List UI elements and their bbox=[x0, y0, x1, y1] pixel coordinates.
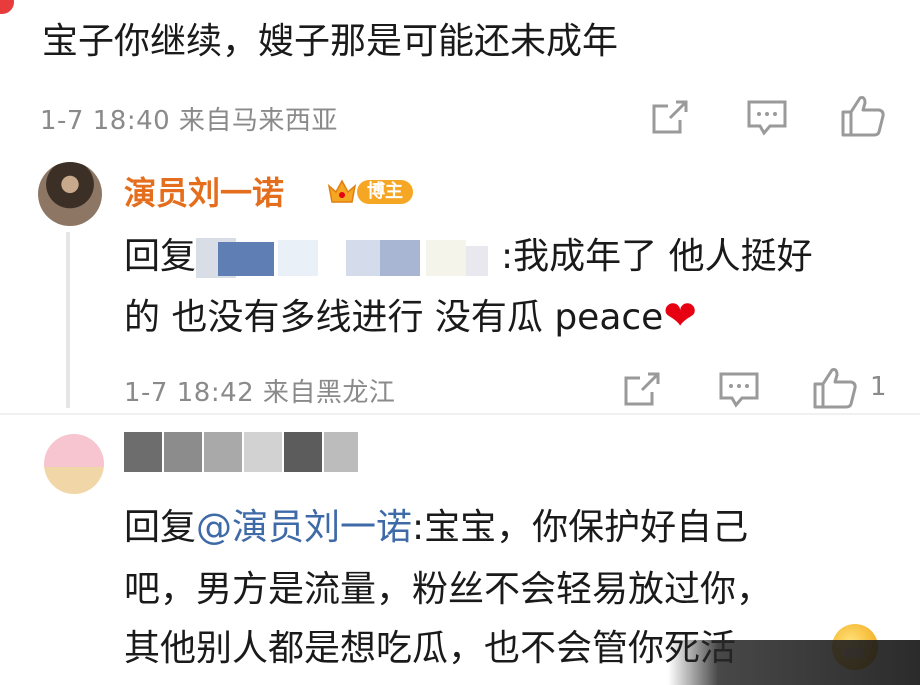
notification-dot bbox=[0, 0, 14, 14]
thread-line bbox=[66, 232, 70, 408]
reply-line-2: 吧，男方是流量，粉丝不会轻易放过你， bbox=[124, 569, 773, 610]
avatar[interactable] bbox=[44, 434, 104, 494]
censored-username bbox=[124, 432, 364, 476]
comment-icon[interactable] bbox=[718, 370, 760, 410]
comment-icon[interactable] bbox=[746, 98, 788, 138]
reply-line-1: 回复 :我成年了 他人挺好 bbox=[124, 228, 813, 286]
share-icon[interactable] bbox=[650, 98, 690, 138]
watermark-overlay bbox=[668, 640, 920, 685]
avatar[interactable] bbox=[38, 162, 102, 226]
reply-text: :我成年了 他人挺好 bbox=[501, 236, 813, 277]
reply-line-1: 回复@演员刘一诺:宝宝，你保护好自己 bbox=[124, 499, 748, 557]
divider bbox=[0, 413, 920, 415]
reply-prefix: 回复 bbox=[124, 236, 197, 277]
reply-meta: 1-7 18:42 来自黑龙江 bbox=[124, 378, 396, 408]
reply-line-2: 的 也没有多线进行 没有瓜 peace❤ bbox=[124, 287, 697, 347]
crown-icon bbox=[327, 179, 357, 203]
reply-line-3: 其他别人都是想吃瓜，也不会管你死活 bbox=[124, 628, 737, 669]
thumbs-up-icon[interactable] bbox=[840, 94, 886, 138]
reply-prefix: 回复 bbox=[124, 507, 197, 548]
mention-link[interactable]: @演员刘一诺 bbox=[196, 507, 412, 548]
comment-text: 宝子你继续，嫂子那是可能还未成年 bbox=[42, 21, 619, 62]
badge-label: 博主 bbox=[357, 180, 413, 204]
like-count: 1 bbox=[870, 372, 888, 402]
reply-text-2: 的 也没有多线进行 没有瓜 peace bbox=[124, 297, 664, 338]
heart-icon: ❤ bbox=[663, 293, 697, 339]
share-icon[interactable] bbox=[622, 370, 662, 410]
censored-username bbox=[196, 238, 501, 278]
reply-text: :宝宝，你保护好自己 bbox=[412, 507, 749, 548]
blogger-badge: 博主 bbox=[327, 176, 415, 208]
username[interactable]: 演员刘一诺 bbox=[124, 168, 284, 214]
thumbs-up-icon[interactable] bbox=[812, 366, 858, 410]
comment-meta: 1-7 18:40 来自马来西亚 bbox=[40, 106, 338, 136]
